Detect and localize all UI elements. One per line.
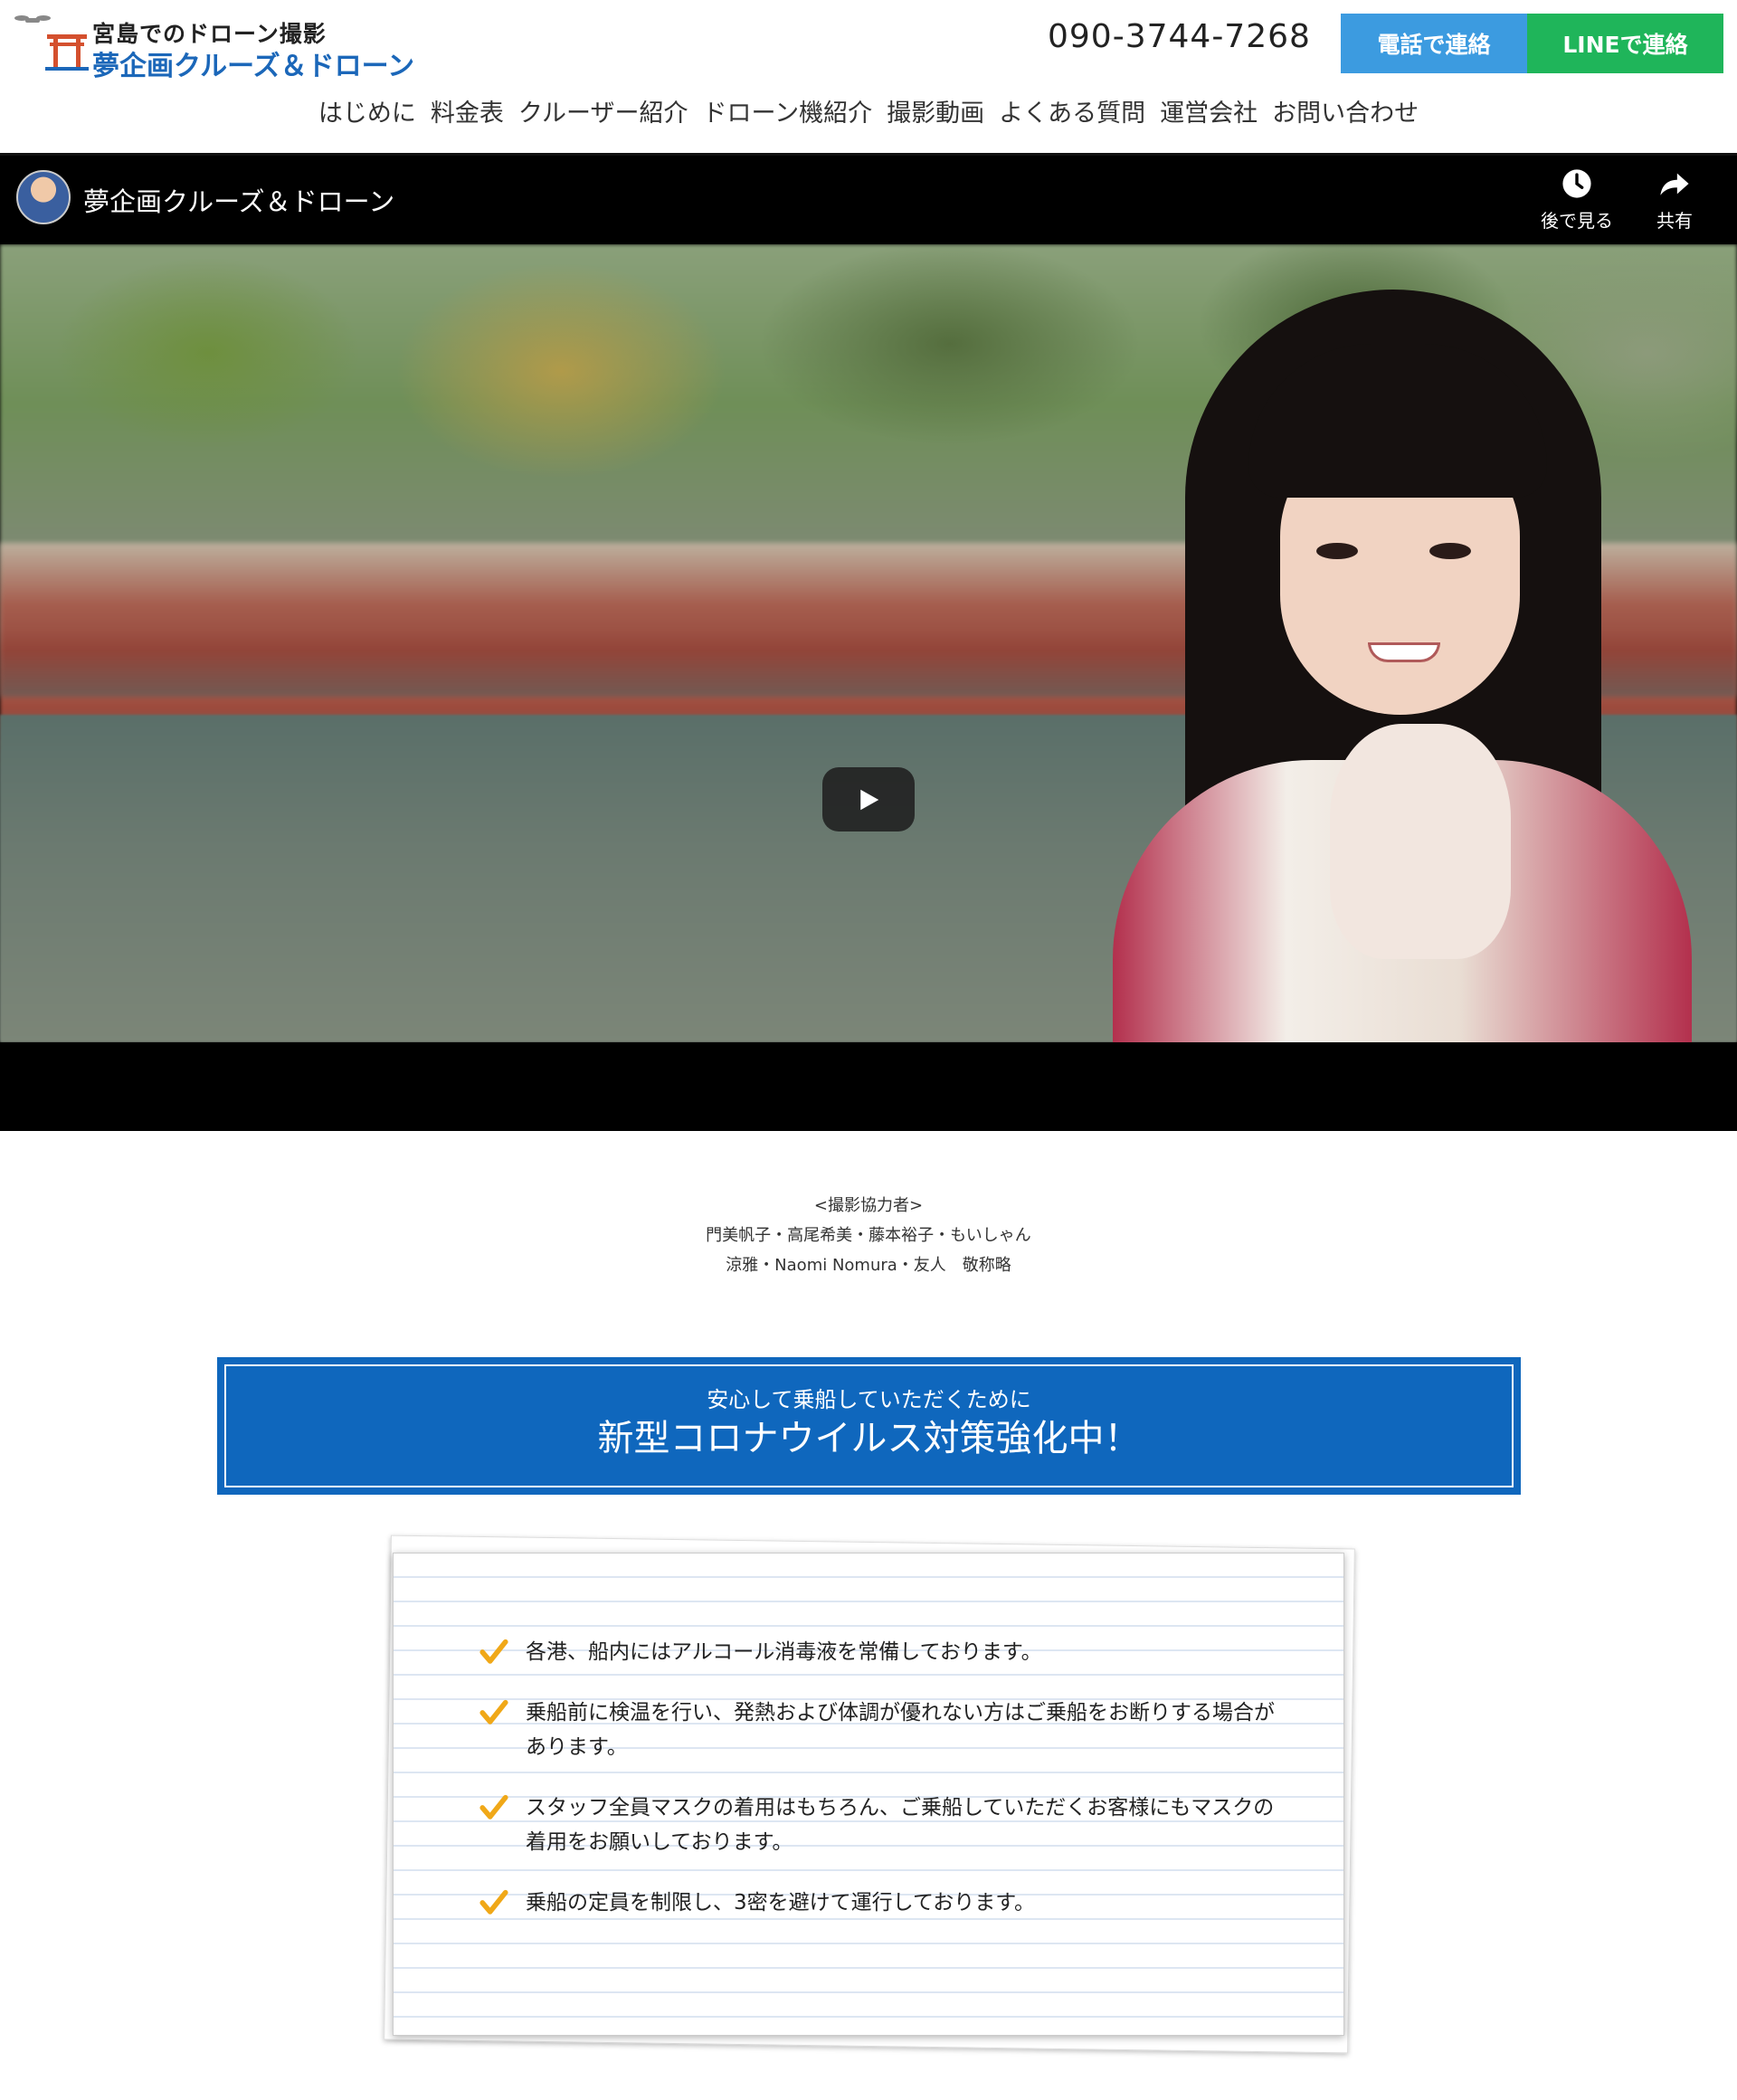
list-item: スタッフ全員マスクの着用はもちろん、ご乗船していただくお客様にもマスクの着用をお… xyxy=(479,1791,1275,1859)
play-icon xyxy=(860,789,879,810)
measure-text: 乗船の定員を制限し、3密を避けて運行しております。 xyxy=(526,1891,1035,1915)
credits-line-2: 涼雅・Naomi Nomura・友人 敬称略 xyxy=(726,1256,1011,1275)
nav-item-faq[interactable]: よくある質問 xyxy=(999,94,1145,134)
check-icon xyxy=(479,1889,508,1915)
check-icon xyxy=(479,1794,508,1820)
video-title[interactable]: 夢企画クルーズ＆ドローン xyxy=(83,181,394,219)
nav-item-company[interactable]: 運営会社 xyxy=(1160,94,1258,134)
phone-number[interactable]: 090-3744-7268 xyxy=(1048,18,1311,55)
covid-subtitle: 安心して乗船していただくために xyxy=(707,1387,1031,1412)
channel-avatar[interactable] xyxy=(16,170,71,224)
measure-text: 各港、船内にはアルコール消毒液を常備しております。 xyxy=(526,1640,1042,1664)
line-contact-button[interactable]: LINEで連絡 xyxy=(1527,14,1723,73)
list-item: 乗船の定員を制限し、3密を避けて運行しております。 xyxy=(479,1886,1275,1920)
nav-item-pricing[interactable]: 料金表 xyxy=(431,94,504,134)
measures-list: 各港、船内にはアルコール消毒液を常備しております。 乗船前に検温を行い、発熱およ… xyxy=(479,1635,1275,1946)
share-label: 共有 xyxy=(1656,210,1693,232)
video-embed[interactable]: 夢企画クルーズ＆ドローン 後で見る 共有 xyxy=(0,156,1737,1131)
covid-measures-card: 各港、船内にはアルコール消毒液を常備しております。 乗船前に検温を行い、発熱およ… xyxy=(393,1553,1344,2036)
filming-credits: <撮影協力者> 門美帆子・高尾希美・藤本裕子・もいしゃん 涼雅・Naomi No… xyxy=(0,1191,1737,1280)
person-in-thumbnail xyxy=(977,271,1719,1042)
nav-item-videos[interactable]: 撮影動画 xyxy=(887,94,984,134)
measure-text: 乗船前に検温を行い、発熱および体調が優れない方はご乗船をお断りする場合があります… xyxy=(526,1701,1275,1759)
torii-drone-logo-icon xyxy=(14,15,89,71)
play-button[interactable] xyxy=(822,767,915,831)
logo-brand-name: 夢企画クルーズ＆ドローン xyxy=(92,51,415,82)
check-icon xyxy=(479,1699,508,1725)
nav-item-drone[interactable]: ドローン機紹介 xyxy=(703,94,873,134)
credits-line-1: 門美帆子・高尾希美・藤本裕子・もいしゃん xyxy=(706,1226,1031,1245)
nav-item-cruiser[interactable]: クルーザー紹介 xyxy=(518,94,688,134)
site-header: 宮島でのドローン撮影 夢企画クルーズ＆ドローン 090-3744-7268 電話… xyxy=(0,0,1737,156)
covid-title: 新型コロナウイルス対策強化中！ xyxy=(597,1418,1141,1459)
site-logo[interactable]: 宮島でのドローン撮影 夢企画クルーズ＆ドローン xyxy=(13,9,414,82)
video-title-bar: 夢企画クルーズ＆ドローン 後で見る 共有 xyxy=(0,156,1737,242)
clock-icon xyxy=(1562,169,1591,198)
check-icon xyxy=(479,1639,508,1664)
list-item: 乗船前に検温を行い、発熱および体調が優れない方はご乗船をお断りする場合があります… xyxy=(479,1696,1275,1764)
covid-banner-frame: 安心して乗船していただくために 新型コロナウイルス対策強化中！ xyxy=(224,1364,1514,1487)
credits-heading: <撮影協力者> xyxy=(813,1196,924,1215)
measure-text: スタッフ全員マスクの着用はもちろん、ご乗船していただくお客様にもマスクの着用をお… xyxy=(526,1796,1275,1854)
call-button[interactable]: 電話で連絡 xyxy=(1341,14,1527,73)
covid-banner: 安心して乗船していただくために 新型コロナウイルス対策強化中！ xyxy=(217,1357,1521,1495)
main-nav: はじめに 料金表 クルーザー紹介 ドローン機紹介 撮影動画 よくある質問 運営会… xyxy=(0,94,1737,134)
list-item: 各港、船内にはアルコール消毒液を常備しております。 xyxy=(479,1635,1275,1669)
watch-later-button[interactable]: 後で見る xyxy=(1536,168,1618,235)
nav-item-contact[interactable]: お問い合わせ xyxy=(1272,94,1419,134)
video-thumbnail[interactable] xyxy=(0,244,1737,1042)
nav-item-intro[interactable]: はじめに xyxy=(318,94,416,134)
share-button[interactable]: 共有 xyxy=(1634,168,1715,235)
watch-later-label: 後で見る xyxy=(1541,210,1613,232)
share-arrow-icon xyxy=(1660,173,1689,195)
